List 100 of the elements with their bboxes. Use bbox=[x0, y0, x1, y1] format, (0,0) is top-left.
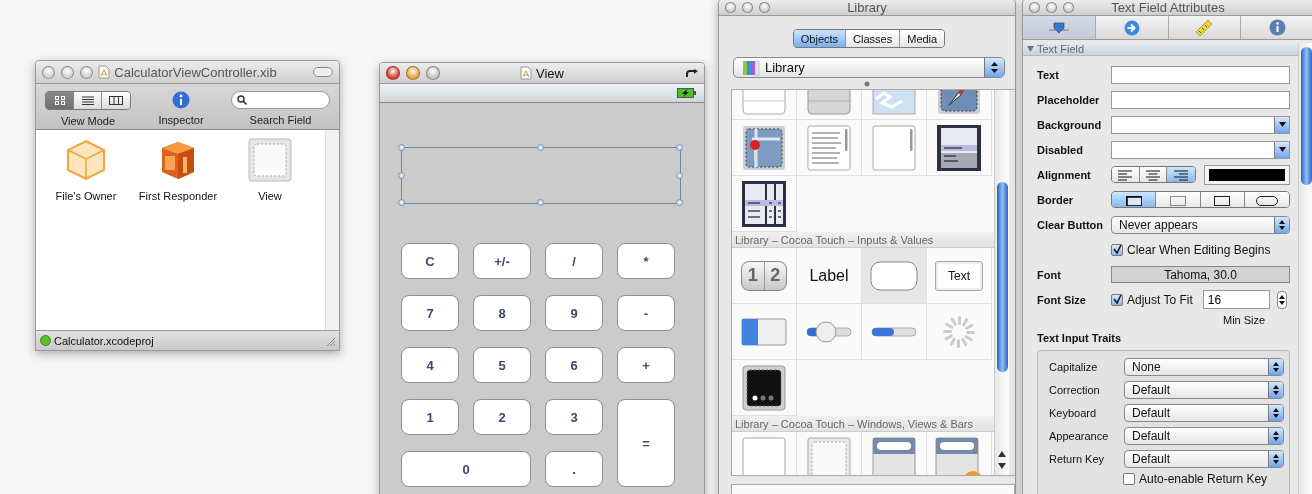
calculator-key[interactable]: 4 bbox=[401, 347, 459, 383]
library-item[interactable] bbox=[732, 176, 797, 232]
calculator-key[interactable]: - bbox=[617, 295, 675, 331]
document-icon bbox=[520, 66, 532, 80]
scrollbar[interactable] bbox=[1298, 43, 1312, 494]
calculator-key[interactable]: 5 bbox=[473, 347, 531, 383]
toolbar-label: View Mode bbox=[60, 115, 116, 127]
library-item[interactable]: Text bbox=[927, 248, 992, 304]
calculator-key[interactable]: C bbox=[401, 243, 459, 279]
library-item[interactable]: 1 2 bbox=[732, 248, 797, 304]
color-popup[interactable] bbox=[1111, 140, 1290, 159]
close-button[interactable] bbox=[725, 2, 736, 13]
calculator-key[interactable]: 0 bbox=[401, 451, 531, 487]
calculator-key[interactable]: . bbox=[545, 451, 603, 487]
library-item[interactable] bbox=[732, 360, 797, 416]
calculator-key[interactable]: * bbox=[617, 243, 675, 279]
popup-button[interactable]: Default bbox=[1124, 426, 1284, 445]
calculator-key[interactable]: 3 bbox=[545, 399, 603, 435]
minimize-button[interactable] bbox=[61, 65, 74, 79]
calculator-key[interactable]: +/- bbox=[473, 243, 531, 279]
text-input[interactable] bbox=[1111, 90, 1290, 109]
calculator-key[interactable]: 8 bbox=[473, 295, 531, 331]
resize-handle[interactable] bbox=[398, 171, 405, 179]
resize-handle[interactable] bbox=[676, 144, 683, 151]
calculator-key[interactable]: = bbox=[617, 399, 675, 487]
alignment-button[interactable] bbox=[1167, 167, 1195, 182]
zoom-button[interactable] bbox=[80, 65, 93, 79]
checkbox[interactable] bbox=[1111, 243, 1123, 256]
scrollbar[interactable] bbox=[994, 90, 1009, 475]
popup-button[interactable]: Default bbox=[1124, 403, 1284, 422]
border-style-button[interactable] bbox=[1200, 192, 1245, 207]
close-button[interactable] bbox=[386, 66, 400, 80]
list-icon bbox=[81, 96, 94, 105]
inspector-tab[interactable] bbox=[1023, 16, 1096, 39]
status-dot-icon bbox=[40, 335, 51, 346]
checkbox[interactable] bbox=[1123, 472, 1135, 485]
color-well[interactable] bbox=[1204, 164, 1290, 185]
close-button[interactable] bbox=[1029, 2, 1040, 13]
splitter-handle-icon[interactable] bbox=[864, 80, 870, 87]
close-button[interactable] bbox=[42, 65, 55, 79]
resize-grip-icon[interactable] bbox=[325, 335, 335, 346]
library-item[interactable] bbox=[927, 120, 992, 176]
text-input[interactable] bbox=[1111, 65, 1290, 84]
stepper-arrows-icon bbox=[1273, 384, 1279, 395]
tab[interactable]: Media bbox=[900, 30, 945, 47]
toolbar-toggle-icon[interactable] bbox=[313, 67, 333, 77]
minimize-button[interactable] bbox=[1046, 2, 1057, 13]
zoom-button[interactable] bbox=[759, 2, 770, 13]
resize-handle[interactable] bbox=[676, 199, 683, 206]
calculator-key[interactable]: 7 bbox=[401, 295, 459, 331]
scroll-thumb[interactable] bbox=[997, 182, 1008, 372]
resize-handle[interactable] bbox=[398, 144, 405, 151]
search-field[interactable] bbox=[231, 91, 330, 109]
calculator-key[interactable]: 6 bbox=[545, 347, 603, 383]
zoom-button[interactable] bbox=[1063, 2, 1074, 13]
minimize-button[interactable] bbox=[406, 66, 420, 80]
color-popup[interactable] bbox=[1111, 115, 1290, 134]
rotate-icon[interactable] bbox=[686, 68, 698, 78]
resize-handle[interactable] bbox=[537, 199, 544, 206]
tab[interactable]: Objects bbox=[793, 30, 847, 47]
field-label: Text bbox=[1037, 68, 1060, 81]
tab[interactable]: Classes bbox=[846, 30, 901, 47]
alignment-button[interactable] bbox=[1139, 167, 1168, 182]
calculator-key[interactable]: 1 bbox=[401, 399, 459, 435]
resize-handle[interactable] bbox=[676, 171, 683, 179]
field-label: Border bbox=[1037, 193, 1075, 206]
text-field[interactable] bbox=[401, 147, 681, 204]
scroll-thumb[interactable] bbox=[1301, 47, 1312, 185]
popup-button[interactable]: Default bbox=[1124, 449, 1284, 468]
popup-button[interactable]: Default bbox=[1124, 380, 1284, 399]
view-mode-button[interactable] bbox=[74, 92, 102, 109]
popup-button[interactable]: Never appears bbox=[1111, 215, 1290, 234]
calculator-key[interactable]: 9 bbox=[545, 295, 603, 331]
zoom-button[interactable] bbox=[426, 66, 440, 80]
calculator-key[interactable]: + bbox=[617, 347, 675, 383]
calculator-key[interactable]: 2 bbox=[473, 399, 531, 435]
checkbox-label: Auto-enable Return Key bbox=[1139, 471, 1268, 486]
resize-handle[interactable] bbox=[537, 144, 544, 151]
popup-button[interactable]: None bbox=[1124, 357, 1284, 376]
stepper[interactable] bbox=[1276, 290, 1287, 309]
align-icon bbox=[1174, 170, 1189, 181]
min-size-input[interactable]: 16 bbox=[1202, 290, 1270, 309]
scroll-down-icon[interactable] bbox=[998, 463, 1006, 469]
scrollbar[interactable] bbox=[325, 130, 339, 330]
scroll-up-icon[interactable] bbox=[998, 451, 1006, 457]
view-mode-button[interactable] bbox=[102, 92, 130, 109]
info-icon[interactable] bbox=[172, 91, 190, 109]
text-view-icon bbox=[807, 124, 851, 171]
resize-handle[interactable] bbox=[398, 199, 405, 206]
font-field[interactable]: Tahoma, 30.0 bbox=[1111, 266, 1290, 283]
minimize-button[interactable] bbox=[742, 2, 753, 13]
border-style-button[interactable] bbox=[1112, 192, 1157, 207]
calculator-key[interactable]: / bbox=[545, 243, 603, 279]
checkbox[interactable] bbox=[1111, 293, 1123, 306]
library-item[interactable]: Label bbox=[797, 248, 862, 304]
border-style-button[interactable] bbox=[1244, 192, 1289, 207]
alignment-button[interactable] bbox=[1112, 167, 1140, 182]
library-popup[interactable]: Library bbox=[733, 57, 1005, 78]
disclosure-triangle-icon[interactable] bbox=[1027, 46, 1034, 52]
segmented-control-sample: 1 2 bbox=[741, 260, 787, 291]
